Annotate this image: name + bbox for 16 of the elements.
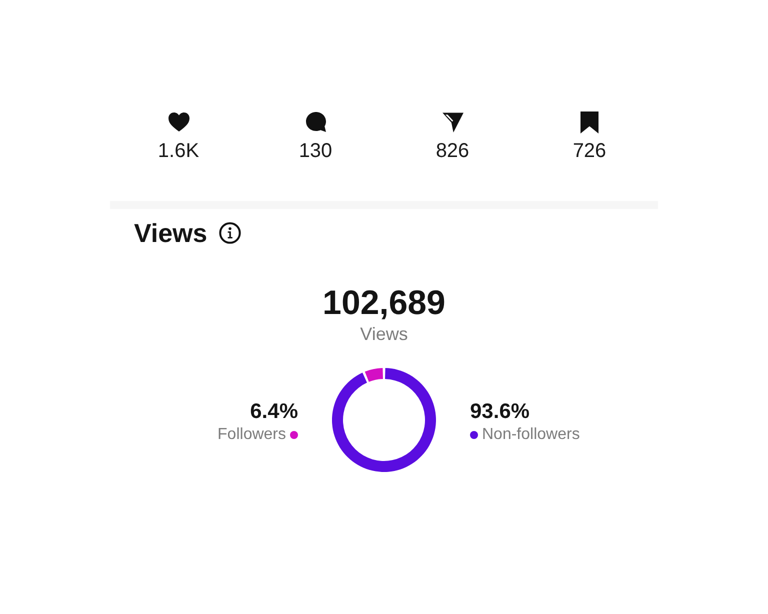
heart-icon (168, 112, 190, 132)
stat-count: 726 (572, 139, 606, 163)
legend-label: Non-followers (482, 425, 580, 445)
paper-plane-icon (442, 112, 464, 132)
total-views: 102,689 (322, 284, 446, 322)
stat-count: 1.6K (158, 139, 200, 163)
info-icon[interactable] (219, 222, 242, 244)
total-views-label: Views (360, 323, 408, 345)
legend-percent: 6.4% (250, 399, 298, 425)
stat-count: 826 (436, 139, 470, 163)
section-title: Views (134, 217, 208, 249)
bookmark-icon (580, 110, 599, 134)
legend-percent: 93.6% (470, 399, 530, 425)
speech-bubble-icon (304, 111, 326, 133)
stat-count: 130 (298, 139, 332, 163)
legend-label: Followers (218, 425, 286, 445)
